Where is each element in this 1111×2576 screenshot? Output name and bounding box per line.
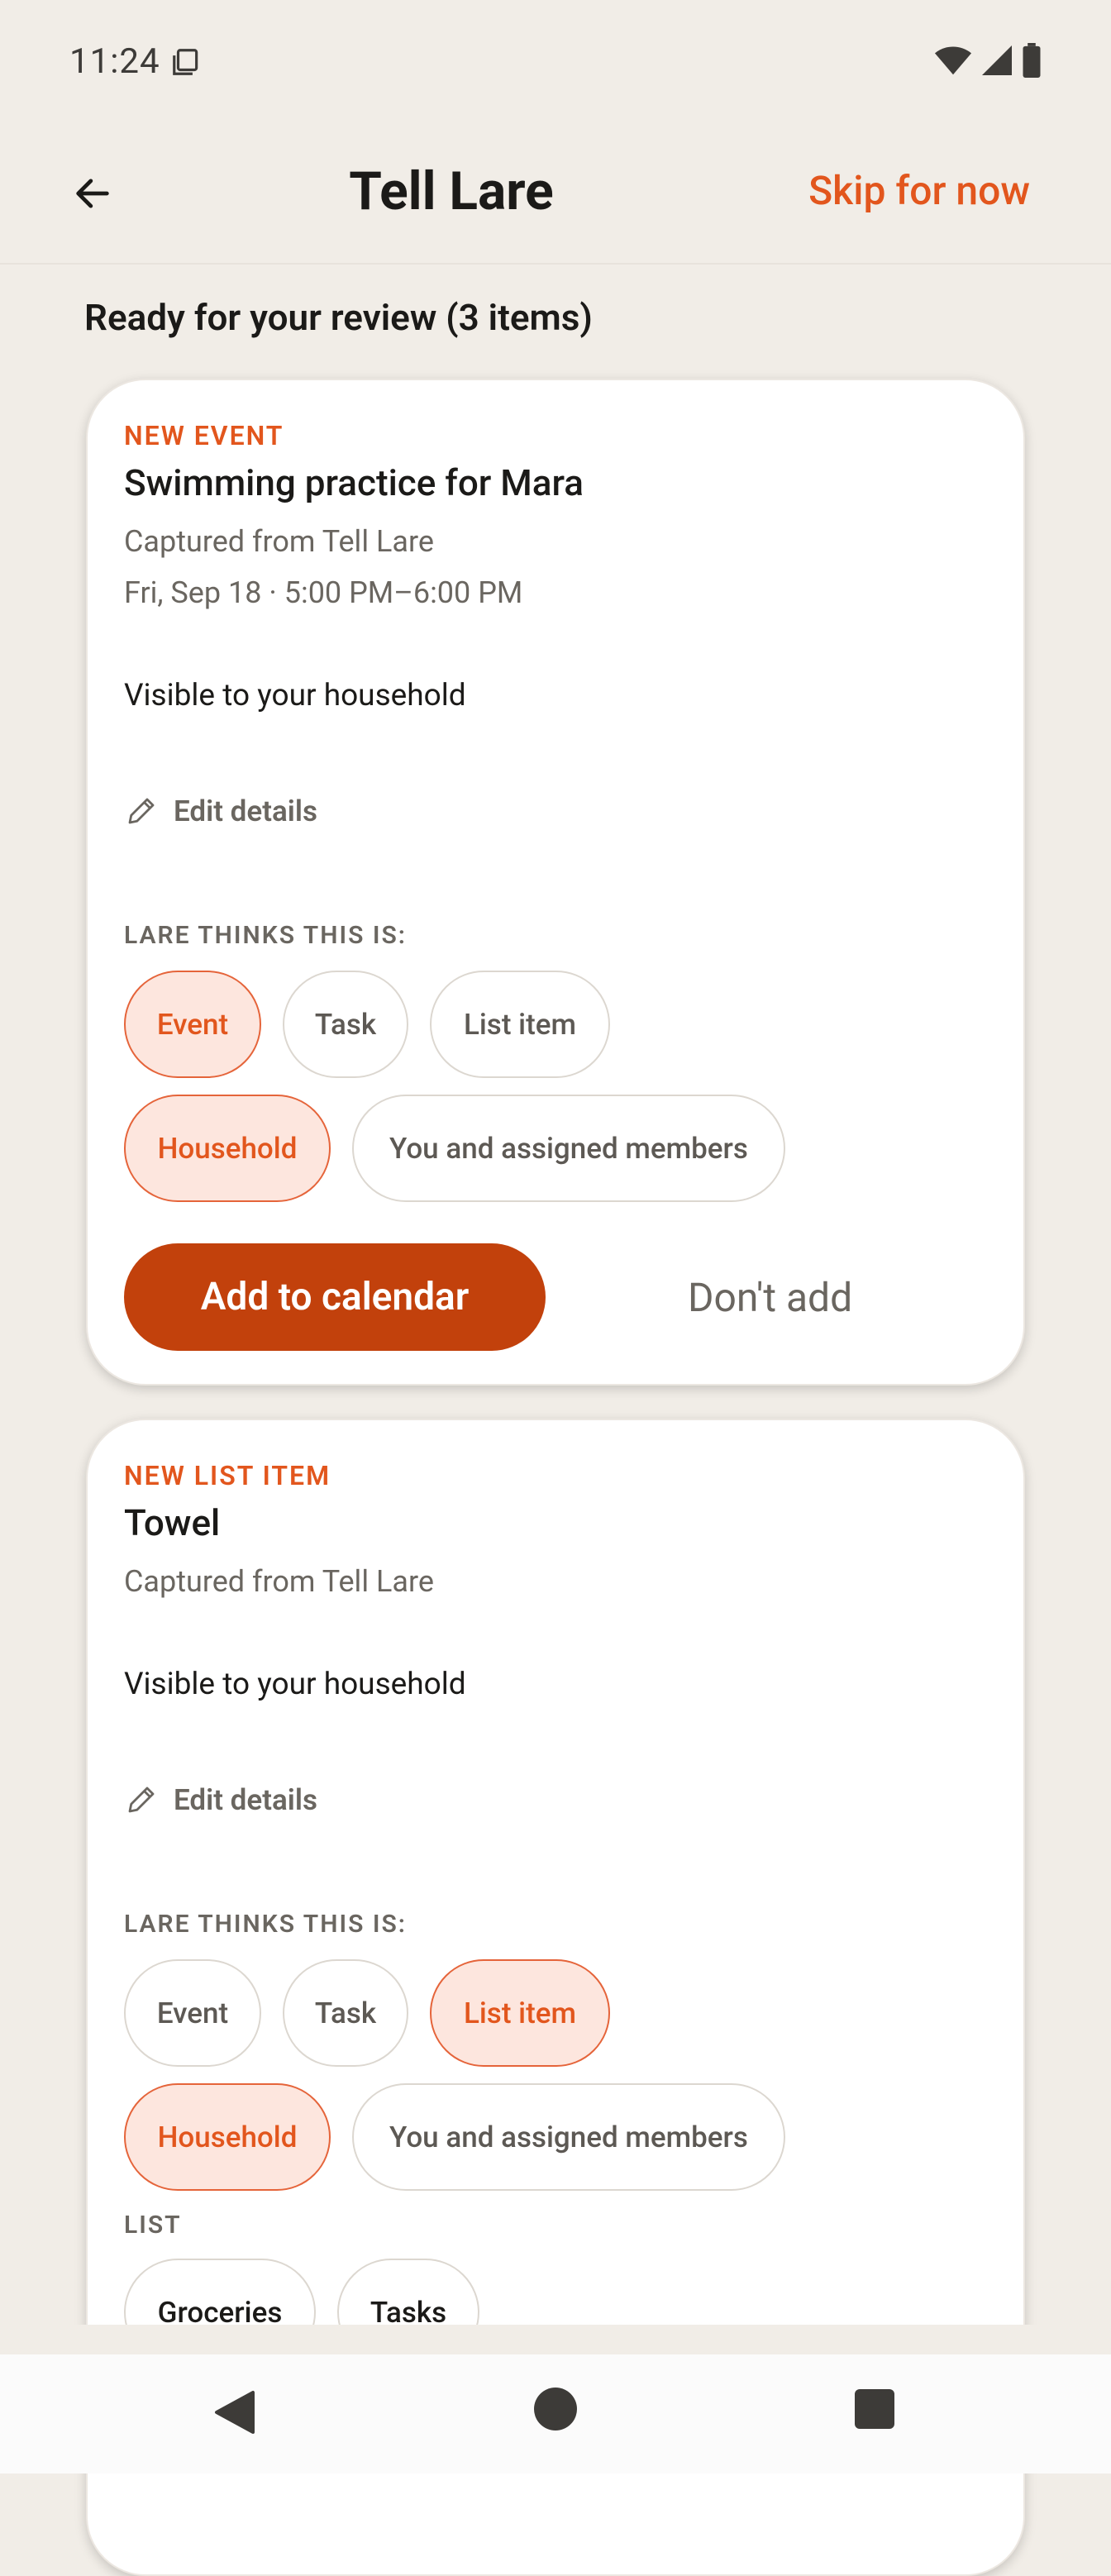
nav-home-icon[interactable]	[534, 2388, 577, 2431]
add-to-calendar-button[interactable]: Add to calendar	[124, 1243, 546, 1351]
screenshot-icon	[173, 49, 198, 75]
status-bar: 11:24	[0, 0, 1111, 124]
chip-task[interactable]: Task	[283, 1959, 408, 2067]
card-visibility: Visible to your household	[124, 678, 466, 713]
chip-household[interactable]: Household	[124, 1095, 331, 1202]
type-chip-row: Event Task List item	[124, 1959, 610, 2067]
chip-list-item[interactable]: List item	[430, 971, 610, 1078]
cell-signal-icon	[982, 45, 1012, 75]
review-card-event: NEW EVENT Swimming practice for Mara Cap…	[86, 379, 1025, 1386]
nav-recents-icon[interactable]	[855, 2389, 894, 2429]
card-source: Captured from Tell Lare	[124, 524, 434, 559]
card-kicker: NEW LIST ITEM	[124, 1460, 331, 1491]
chip-event[interactable]: Event	[124, 971, 261, 1078]
chip-assigned-members[interactable]: You and assigned members	[352, 2083, 785, 2191]
type-chip-row: Event Task List item	[124, 971, 610, 1078]
card-kicker: NEW EVENT	[124, 420, 284, 451]
card-title: Towel	[124, 1501, 221, 1544]
chip-household[interactable]: Household	[124, 2083, 331, 2191]
nav-back-icon[interactable]	[213, 2389, 256, 2435]
edit-details-label: Edit details	[174, 1782, 317, 1817]
wifi-icon	[934, 46, 972, 75]
app-bar: Tell Lare Skip for now	[0, 124, 1111, 265]
chip-event[interactable]: Event	[124, 1959, 261, 2067]
lare-thinks-label: LARE THINKS THIS IS:	[124, 1910, 407, 1939]
chip-list-item[interactable]: List item	[430, 1959, 610, 2067]
edit-details-button[interactable]: Edit details	[124, 1782, 317, 1817]
lare-thinks-label: LARE THINKS THIS IS:	[124, 921, 407, 950]
status-time: 11:24	[69, 41, 160, 82]
chip-task[interactable]: Task	[283, 971, 408, 1078]
page-title: Tell Lare	[349, 160, 554, 222]
list-label: LIST	[124, 2211, 182, 2240]
pencil-icon	[128, 798, 155, 824]
card-visibility: Visible to your household	[124, 1667, 466, 1702]
card-source: Captured from Tell Lare	[124, 1564, 434, 1599]
chip-assigned-members[interactable]: You and assigned members	[352, 1095, 785, 1202]
battery-icon	[1023, 43, 1041, 78]
edit-details-label: Edit details	[174, 794, 317, 828]
status-icons	[934, 43, 1042, 78]
review-heading: Ready for your review (3 items)	[84, 296, 593, 339]
pencil-icon	[128, 1787, 155, 1813]
system-nav-bar	[0, 2354, 1111, 2473]
skip-button[interactable]: Skip for now	[808, 167, 1030, 214]
card-title: Swimming practice for Mara	[124, 461, 584, 504]
card-datetime: Fri, Sep 18 · 5:00 PM–6:00 PM	[124, 575, 523, 610]
dont-add-button[interactable]: Don't add	[688, 1243, 852, 1351]
audience-chip-row: Household You and assigned members	[124, 1095, 785, 1202]
audience-chip-row: Household You and assigned members	[124, 2083, 785, 2191]
scroll-edge	[0, 2325, 1111, 2354]
edit-details-button[interactable]: Edit details	[124, 794, 317, 828]
